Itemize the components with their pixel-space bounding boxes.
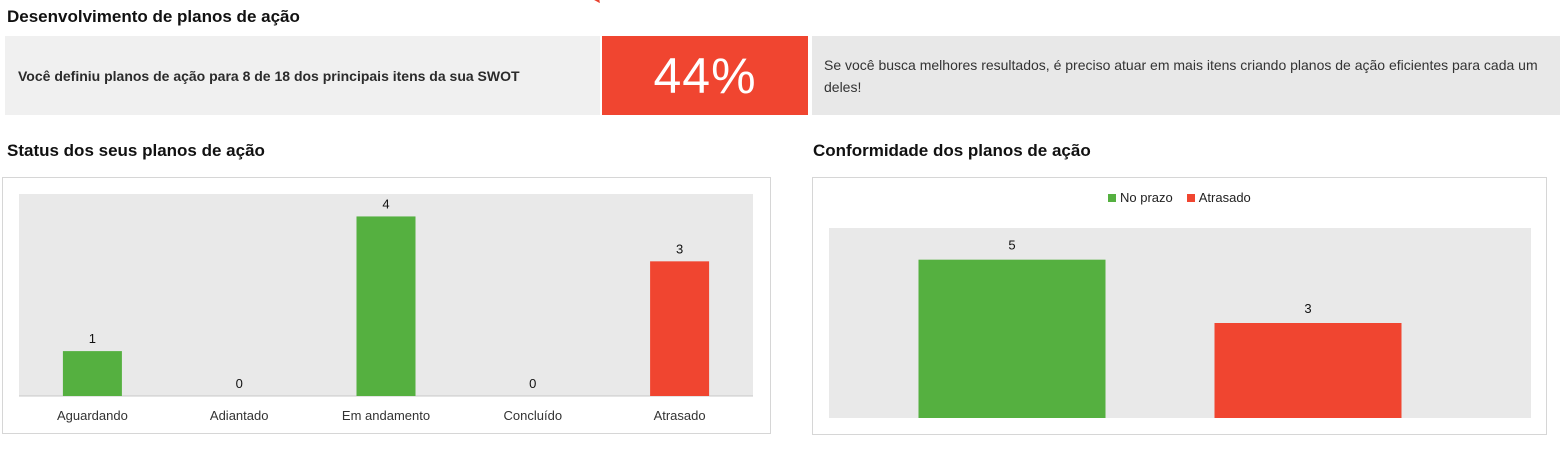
percent-value: 44% [653,47,757,104]
advice-text: Se você busca melhores resultados, é pre… [824,56,1538,95]
bar-4 [650,261,710,396]
data-label: 4 [382,196,389,211]
data-label: 5 [1008,238,1015,253]
bar-0 [918,259,1106,418]
x-tick-label: Aguardando [57,408,128,423]
summary-panel: Você definiu planos de ação para 8 de 18… [5,36,600,115]
conformity-chart-title: Conformidade dos planos de ação [813,141,1091,160]
percent-badge: 44% [602,36,808,115]
summary-text: Você definiu planos de ação para 8 de 18… [18,67,520,84]
data-label: 0 [529,376,536,391]
data-label: 0 [236,376,243,391]
x-tick-label: Concluído [504,408,563,423]
status-chart-title: Status dos seus planos de ação [7,141,265,160]
conformity-chart: 53 [829,228,1531,418]
bar-1 [1214,323,1402,418]
data-label: 3 [1304,301,1311,316]
advice-panel: Se você busca melhores resultados, é pre… [812,36,1560,115]
status-chart: 1 Aguardando 0 Adiantado 4 Em andamento 0 Concl… [19,194,753,423]
bar-2 [356,216,416,396]
data-label: 1 [89,331,96,346]
x-tick-label: Adiantado [210,408,269,423]
x-tick-label: Em andamento [342,408,430,423]
status-chart-frame: 1 Aguardando 0 Adiantado 4 Em andamento 0 Concl… [2,177,771,434]
conformity-chart-frame: No prazo Atrasado 53 [812,177,1547,435]
x-tick-label: Atrasado [654,408,706,423]
page-title: Desenvolvimento de planos de ação [7,7,300,26]
bar-0 [62,351,122,396]
data-label: 3 [676,241,683,256]
corner-indicator [590,0,604,6]
